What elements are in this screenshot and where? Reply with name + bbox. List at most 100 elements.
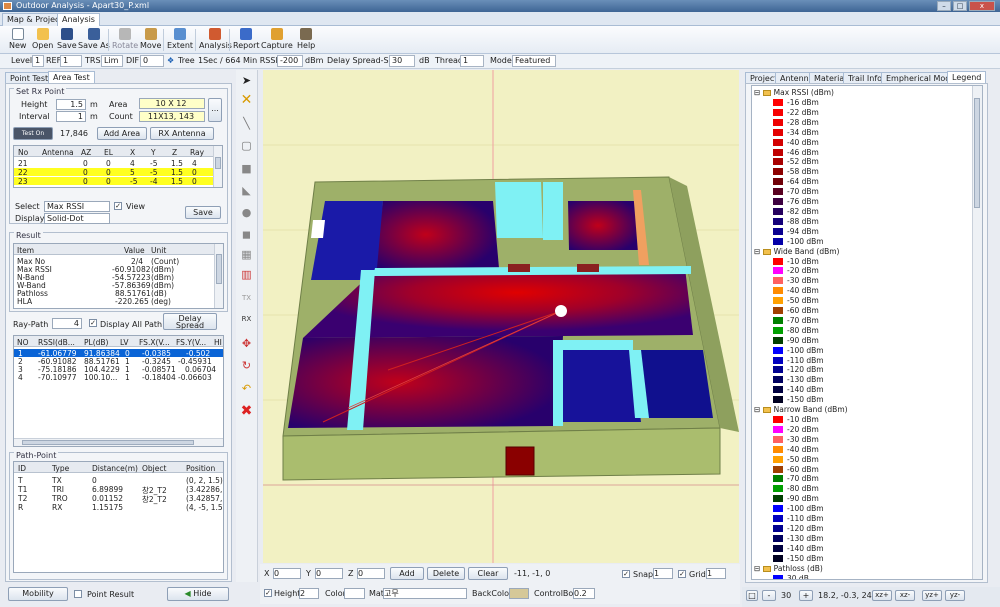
legend-item[interactable]: -30 dBm bbox=[787, 276, 819, 285]
backcolor-swatch[interactable] bbox=[509, 588, 529, 599]
display-dropdown[interactable]: Solid-Dot bbox=[44, 213, 110, 224]
delete-icon[interactable]: ✖ bbox=[238, 403, 255, 420]
legend-item[interactable]: -40 dBm bbox=[787, 138, 819, 147]
legend-item[interactable]: -22 dBm bbox=[787, 108, 819, 117]
legend-item[interactable]: -88 dBm bbox=[787, 217, 819, 226]
mobility-button[interactable]: Mobility bbox=[8, 587, 68, 601]
level-select[interactable]: 1 bbox=[32, 55, 44, 67]
maximize-button[interactable]: □ bbox=[953, 1, 967, 11]
undo-icon[interactable]: ↶ bbox=[238, 380, 255, 397]
legend-item[interactable]: -16 dBm bbox=[787, 98, 819, 107]
help-button[interactable]: Help bbox=[297, 28, 315, 50]
legend-item[interactable]: -110 dBm bbox=[787, 514, 824, 523]
raypath-input[interactable]: 4 bbox=[52, 318, 82, 329]
result-scrollbar[interactable] bbox=[214, 244, 223, 308]
add-area-button[interactable]: Add Area bbox=[97, 127, 147, 140]
display-all-checkbox[interactable]: ✓ bbox=[89, 319, 97, 327]
table-row[interactable]: T TX 0 (0, 2, 1.5) bbox=[14, 476, 223, 485]
square-tool-icon[interactable]: ◼ bbox=[238, 226, 255, 243]
legend-item[interactable]: -76 dBm bbox=[787, 197, 819, 206]
ref-select[interactable]: 1 bbox=[60, 55, 82, 67]
legend-item[interactable]: -70 dBm bbox=[787, 474, 819, 483]
select-dropdown[interactable]: Max RSSI bbox=[44, 201, 110, 212]
extent-button[interactable]: Extent bbox=[167, 28, 193, 50]
circle-tool-icon[interactable]: ● bbox=[238, 204, 255, 221]
legend-item[interactable]: -70 dBm bbox=[787, 187, 819, 196]
legend-item[interactable]: -80 dBm bbox=[787, 484, 819, 493]
clear-points-button[interactable]: Clear bbox=[468, 567, 508, 580]
legend-item[interactable]: -120 dBm bbox=[787, 365, 824, 374]
analysis-button[interactable]: Analysis bbox=[199, 28, 232, 50]
view-yz-plus-button[interactable]: yz+ bbox=[922, 590, 942, 601]
delay-spread-input[interactable]: 30 bbox=[389, 55, 415, 67]
legend-item[interactable]: -100 dBm bbox=[787, 504, 824, 513]
legend-group[interactable]: ⊟ Narrow Band (dBm) bbox=[754, 405, 848, 414]
tab-analysis[interactable]: Analysis bbox=[57, 13, 100, 26]
legend-item[interactable]: -150 dBm bbox=[787, 554, 824, 563]
legend-item[interactable]: -90 dBm bbox=[787, 494, 819, 503]
rx-tool-icon[interactable]: RX bbox=[238, 311, 255, 328]
hide-button[interactable]: ◀ Hide bbox=[167, 587, 229, 601]
view-checkbox[interactable]: ✓ bbox=[114, 202, 122, 210]
save-button[interactable]: Save bbox=[57, 28, 77, 50]
legend-item[interactable]: -100 dBm bbox=[787, 237, 824, 246]
legend-item[interactable]: -28 dBm bbox=[787, 118, 819, 127]
snap-input[interactable]: 1 bbox=[653, 568, 673, 579]
rect-tool-icon[interactable]: ■ bbox=[238, 160, 255, 177]
legend-item[interactable]: -40 dBm bbox=[787, 445, 819, 454]
add-point-button[interactable]: Add bbox=[390, 567, 424, 580]
legend-item[interactable]: -60 dBm bbox=[787, 465, 819, 474]
table-row[interactable]: 3 -75.18186 104.4229 1 -0.08571 0.06704 bbox=[14, 365, 223, 374]
point-result-checkbox[interactable] bbox=[74, 590, 82, 598]
rx-antenna-button[interactable]: RX Antenna bbox=[150, 127, 214, 140]
legend-item[interactable]: 30 dB bbox=[787, 574, 809, 580]
color-swatch[interactable] bbox=[344, 588, 365, 599]
delete-point-button[interactable]: Delete bbox=[427, 567, 465, 580]
grid-input[interactable]: 1 bbox=[706, 568, 726, 579]
height-input[interactable]: 1.5 bbox=[56, 99, 86, 110]
tx-tool-icon[interactable]: TX bbox=[238, 290, 255, 307]
rotate-button[interactable]: Rotate bbox=[112, 28, 138, 50]
delay-spread-button[interactable]: Delay Spread bbox=[163, 313, 217, 330]
expand-icon[interactable]: □ bbox=[746, 590, 758, 601]
table-scrollbar[interactable] bbox=[213, 146, 222, 187]
view-xz-minus-button[interactable]: xz- bbox=[895, 590, 915, 601]
legend-item[interactable]: -64 dBm bbox=[787, 177, 819, 186]
z-input[interactable]: 0 bbox=[357, 568, 385, 579]
minimize-button[interactable]: – bbox=[937, 1, 951, 11]
legend-item[interactable]: -30 dBm bbox=[787, 435, 819, 444]
move-button[interactable]: Move bbox=[140, 28, 161, 50]
refresh-icon[interactable]: ↻ bbox=[238, 357, 255, 374]
legend-item[interactable]: -10 dBm bbox=[787, 415, 819, 424]
legend-item[interactable]: -140 dBm bbox=[787, 544, 824, 553]
legend-item[interactable]: -80 dBm bbox=[787, 326, 819, 335]
table-row[interactable]: 21 0 0 4 -5 1.5 4 bbox=[14, 159, 222, 168]
table-row[interactable]: 1 -61.06779 91.86384 0 -0.0385 -0.502 bbox=[14, 349, 223, 358]
collapse-icon[interactable]: ⊟ bbox=[754, 564, 763, 573]
move-tool-icon[interactable]: ✥ bbox=[238, 335, 255, 352]
line-tool-icon[interactable]: ╲ bbox=[238, 115, 255, 132]
legend-item[interactable]: -100 dBm bbox=[787, 346, 824, 355]
test-on-button[interactable]: Test On bbox=[13, 127, 53, 140]
cross-tool-icon[interactable]: ✕ bbox=[238, 92, 255, 109]
legend-item[interactable]: -52 dBm bbox=[787, 157, 819, 166]
grid-tool-icon[interactable]: ▦ bbox=[238, 246, 255, 263]
legend-item[interactable]: -130 dBm bbox=[787, 534, 824, 543]
area-browse-button[interactable]: ... bbox=[208, 98, 222, 122]
y-input[interactable]: 0 bbox=[315, 568, 343, 579]
save-as-button[interactable]: Save As bbox=[78, 28, 110, 50]
controlbox-input[interactable]: 0.2 bbox=[573, 588, 595, 599]
legend-item[interactable]: -46 dBm bbox=[787, 148, 819, 157]
min-rssi-input[interactable]: -200 bbox=[277, 55, 303, 67]
table-row[interactable]: 2 -60.91082 88.51761 1 -0.3245 -0.45931 bbox=[14, 357, 223, 366]
legend-item[interactable]: -82 dBm bbox=[787, 207, 819, 216]
box-tool-icon[interactable]: ▢ bbox=[238, 137, 255, 154]
table-row[interactable]: 23 0 0 -5 -4 1.5 0 bbox=[14, 177, 222, 186]
legend-item[interactable]: -140 dBm bbox=[787, 385, 824, 394]
3d-viewport[interactable] bbox=[263, 70, 739, 563]
open-button[interactable]: Open bbox=[32, 28, 53, 50]
legend-item[interactable]: -70 dBm bbox=[787, 316, 819, 325]
report-button[interactable]: Report bbox=[233, 28, 260, 50]
table-row[interactable]: T1TRI6.89899창2_T2(3.42286, -3 bbox=[14, 485, 223, 495]
view-xz-plus-button[interactable]: xz+ bbox=[872, 590, 892, 601]
